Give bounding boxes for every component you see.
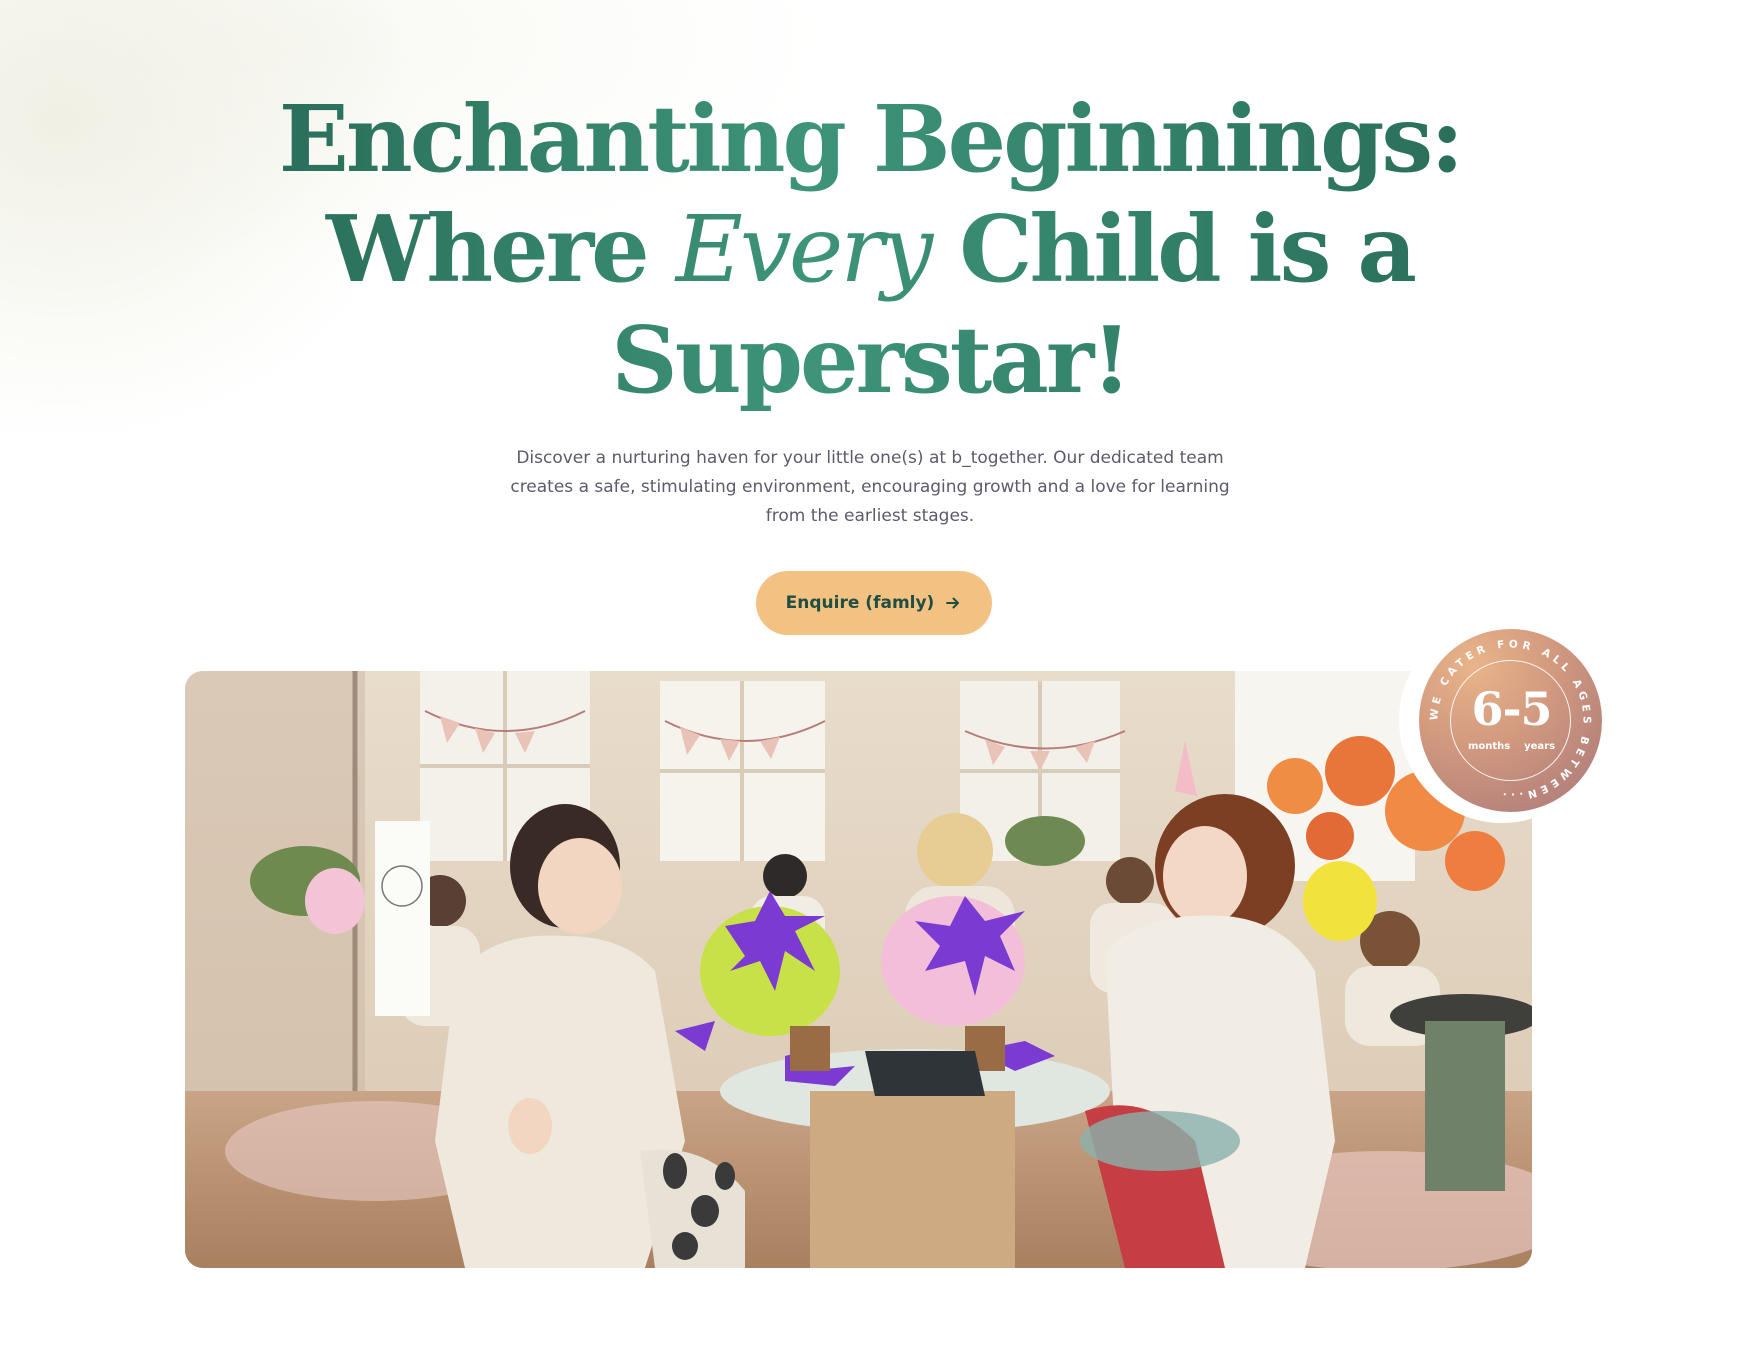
age-range: 6-5 [1471, 682, 1552, 736]
headline-emphasis-every: Every [675, 196, 931, 303]
age-to-unit: years [1524, 741, 1556, 752]
children-art-class-photo [185, 671, 1532, 1268]
headline-text-child: Child is a [930, 195, 1415, 303]
age-from-unit: months [1467, 741, 1511, 752]
headline-line-3: Superstar! [611, 306, 1129, 414]
age-badge: WE CATER FOR ALL AGES BETWEEN... 6-5 mon… [1399, 617, 1605, 823]
arrow-right-icon [944, 594, 962, 612]
age-units: months years [1451, 741, 1572, 752]
age-badge-center: 6-5 months years [1450, 660, 1571, 781]
hero-photo [185, 671, 1532, 1268]
page-title: Enchanting Beginnings: Where Every Child… [270, 84, 1470, 415]
enquire-button-label: Enquire (famly) [785, 593, 935, 613]
enquire-button[interactable]: Enquire (famly) [756, 571, 992, 635]
hero-subtitle: Discover a nurturing haven for your litt… [510, 448, 1230, 526]
age-badge-circle: WE CATER FOR ALL AGES BETWEEN... 6-5 mon… [1419, 629, 1602, 812]
headline-line-1: Enchanting Beginnings: [278, 85, 1462, 193]
headline-line-2: Where Every Child is a [270, 194, 1470, 305]
headline-text-where: Where [325, 195, 676, 303]
